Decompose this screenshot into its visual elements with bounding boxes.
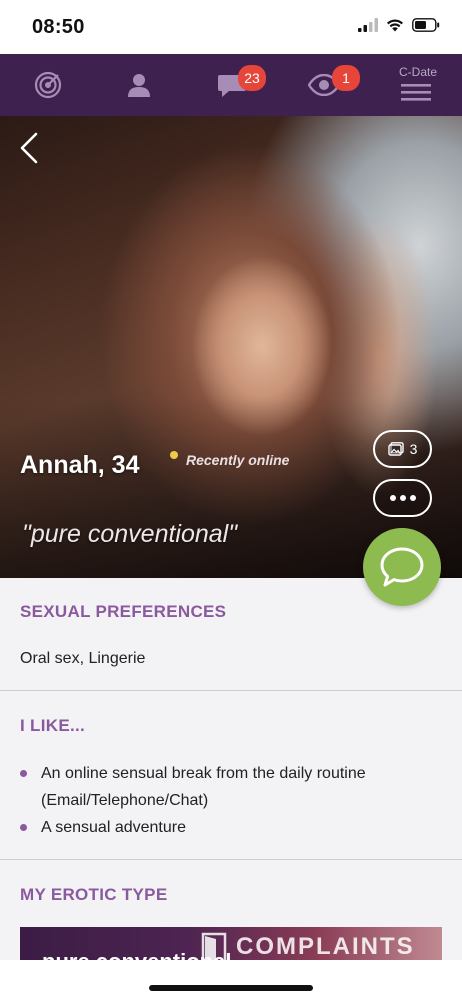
profile-photo[interactable]: Annah, 34 Recently online "pure conventi… <box>0 116 462 578</box>
more-options-button[interactable] <box>373 479 432 517</box>
list-item: A sensual adventure <box>20 816 440 841</box>
erotic-type-banner[interactable]: pure conventional COMPLAINTS <box>20 927 442 960</box>
nav-matches-button[interactable] <box>26 54 70 116</box>
messages-badge: 23 <box>238 65 266 91</box>
photos-button[interactable]: 3 <box>373 430 432 468</box>
status-time: 08:50 <box>32 16 85 38</box>
list-item-text: A sensual adventure <box>41 819 186 836</box>
status-icons <box>358 18 440 32</box>
photos-icon <box>387 442 404 456</box>
menu-brand-label: C-Date <box>398 65 437 79</box>
door-icon <box>201 932 227 960</box>
wifi-icon <box>387 19 403 32</box>
photo-count: 3 <box>409 441 418 457</box>
back-chevron-icon <box>20 132 38 164</box>
more-dots-icon <box>389 495 396 501</box>
erotic-type-title: MY EROTIC TYPE <box>20 885 168 904</box>
bullet <box>20 770 27 777</box>
nav-profile-button[interactable] <box>117 54 161 116</box>
bullet <box>20 824 27 831</box>
target-icon <box>34 71 62 99</box>
hamburger-menu-icon <box>401 84 431 101</box>
profile-details: SEXUAL PREFERENCES Oral sex, Lingerie I … <box>0 578 462 960</box>
start-chat-button[interactable] <box>363 528 441 606</box>
sexual-preferences-value: Oral sex, Lingerie <box>20 650 146 667</box>
section-divider <box>0 859 462 860</box>
signal-icon <box>358 18 378 32</box>
i-like-title: I LIKE... <box>20 716 86 735</box>
nav-visitors-button[interactable]: 1 <box>306 54 360 116</box>
nav-messages-button[interactable]: 23 <box>212 54 266 116</box>
online-status-dot <box>170 451 178 459</box>
visitors-badge: 1 <box>332 65 360 91</box>
battery-icon <box>412 18 440 32</box>
sexual-preferences-title: SEXUAL PREFERENCES <box>20 602 227 621</box>
status-bar: 08:50 <box>0 0 462 54</box>
online-status-text: Recently online <box>186 452 290 468</box>
watermark-text: COMPLAINTS <box>236 933 415 960</box>
top-nav-bar: 23 1 C-Date <box>0 54 462 116</box>
home-indicator-area <box>0 960 462 1000</box>
home-indicator[interactable] <box>149 985 313 991</box>
chat-icon <box>380 547 424 587</box>
section-divider <box>0 690 462 691</box>
profile-quote: "pure conventional" <box>22 520 238 548</box>
list-item-text: An online sensual break from the daily r… <box>41 765 366 809</box>
profile-icon <box>128 74 150 97</box>
complaints-watermark: COMPLAINTS <box>200 932 415 960</box>
back-button[interactable] <box>14 128 44 168</box>
list-item: An online sensual break from the daily r… <box>20 762 440 814</box>
nav-menu-button[interactable] <box>396 54 436 116</box>
profile-name: Annah, 34 <box>20 451 140 479</box>
